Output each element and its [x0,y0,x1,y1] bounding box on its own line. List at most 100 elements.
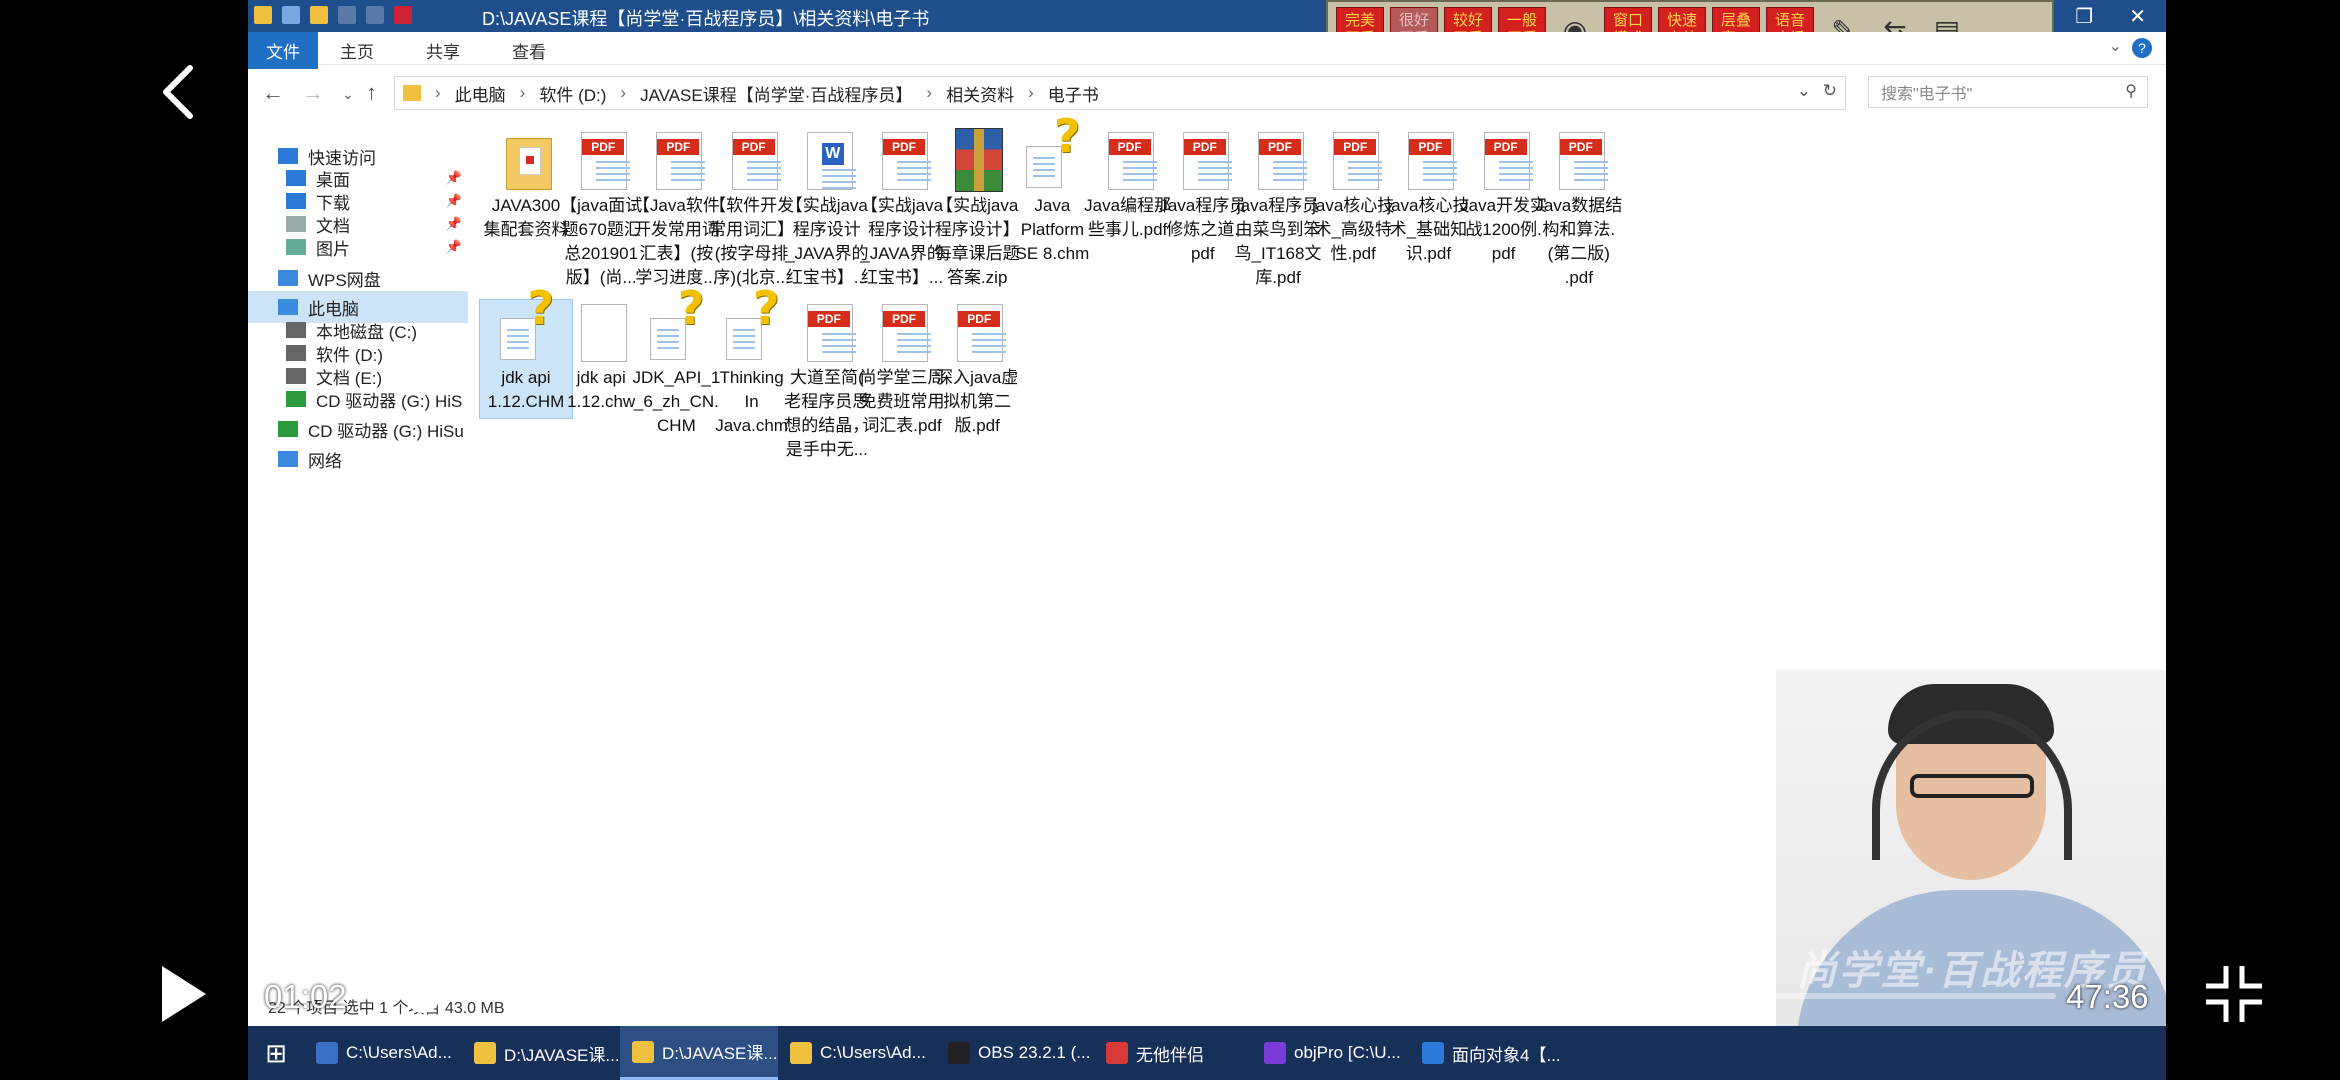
drive-icon [286,345,306,361]
sidebar-item-10[interactable]: CD 驱动器 (G:) HiS [248,383,468,415]
sidebar-item-label: CD 驱动器 (G:) HiSu [308,421,464,441]
app-icon [1264,1042,1286,1064]
file-name: Java数据结 构和算法. (第二版) .pdf [1535,196,1623,287]
breadcrumb-separator: › [435,83,441,102]
search-placeholder: 搜索"电子书" [1881,86,1973,103]
tab-home[interactable]: 主页 [326,36,388,65]
taskbar-item-label: D:\JAVASE课... [504,1045,620,1065]
app-icon [1422,1042,1444,1064]
properties-icon[interactable] [282,6,300,24]
taskbar-item[interactable]: C:\Users\Ad... [778,1026,936,1080]
pdf-file-icon: PDF [1551,128,1608,192]
taskbar-item-label: OBS 23.2.1 (... [978,1043,1091,1062]
pdf-file-icon: PDF [1100,128,1157,192]
progress-track[interactable] [386,979,2056,1013]
webcam-overlay: 尚学堂·百战程序员 [1776,670,2166,1026]
sidebar-item-label: 网络 [308,451,342,471]
breadcrumb-this-pc[interactable]: 此电脑 [455,81,506,106]
back-icon[interactable] [158,62,198,122]
taskbar-item-label: D:\JAVASE课... [662,1044,778,1063]
address-bar[interactable]: › 此电脑 › 软件 (D:) › JAVASE课程【尚学堂·百战程序员】 › … [394,76,1846,110]
breadcrumb-javase[interactable]: JAVASE课程【尚学堂·百战程序员】 [640,81,912,106]
app-icon [632,1040,654,1063]
quick-access-toolbar [254,6,412,24]
sidebar-item-5[interactable]: WPS网盘 [248,262,468,294]
pdf-file-icon: PDF [1325,128,1383,192]
picture-icon [286,239,306,255]
close-icon[interactable]: ✕ [2129,4,2146,29]
forward-arrow-icon[interactable]: → [302,80,324,106]
blank-file-icon [573,300,629,364]
pdf-file-icon: PDF [1175,128,1232,192]
pin-icon[interactable]: 📌 [446,216,462,232]
tab-share[interactable]: 共享 [412,36,474,65]
new-folder-icon[interactable] [310,6,328,24]
taskbar: ⊞ C:\Users\Ad... D:\JAVASE课... D:\JAVASE课.… [248,1026,2166,1080]
breadcrumb-separator: › [926,83,933,102]
file-item[interactable]: PDF 深入java虚 拟机第二 版.pdf [931,300,1023,442]
breadcrumb-materials[interactable]: 相关资料 [946,81,1014,106]
search-input[interactable]: 搜索"电子书" ⚲ [1868,76,2148,108]
delete-icon[interactable] [394,6,412,24]
taskbar-item-label: 无他伴侣 [1136,1045,1204,1065]
undo-icon[interactable] [338,6,356,24]
folder-icon [403,85,421,101]
address-dropdown-icon[interactable]: ⌄ [1797,81,1811,101]
folder-icon [254,6,272,24]
screen-recording-frame: D:\JAVASE课程【尚学堂·百战程序员】\相关资料\电子书 ❐ ✕ 完美 画… [248,0,2166,1080]
taskbar-item[interactable]: D:\JAVASE课... [462,1026,620,1080]
file-item[interactable]: PDF Java数据结 构和算法. (第二版) .pdf [1533,128,1625,294]
word-file-icon: W [799,128,856,192]
folder-icon [498,128,554,192]
taskbar-item[interactable]: OBS 23.2.1 (... [936,1026,1094,1080]
pdf-file-icon: PDF [874,300,931,364]
window-title: D:\JAVASE课程【尚学堂·百战程序员】\相关资料\电子书 [482,9,930,29]
taskbar-item[interactable]: D:\JAVASE课... [620,1026,778,1080]
taskbar-item-label: C:\Users\Ad... [820,1043,926,1062]
taskbar-item[interactable]: objPro [C:\U... [1252,1026,1410,1080]
progress-thumb[interactable] [405,979,440,1013]
app-icon [1106,1042,1128,1064]
taskbar-item[interactable]: C:\Users\Ad... [304,1026,462,1080]
cd-icon [286,391,306,407]
chm-help-file-icon: ? [498,285,554,364]
back-arrow-icon[interactable]: ← [262,80,284,106]
pdf-file-icon: PDF [573,128,631,192]
windows-start-icon[interactable]: ⊞ [248,1026,304,1080]
pin-icon[interactable]: 📌 [446,193,462,209]
recent-locations-icon[interactable]: ⌄ [342,86,354,103]
sidebar-item-12[interactable]: 网络 [248,443,468,475]
tab-view[interactable]: 查看 [498,36,560,65]
pdf-file-icon: PDF [724,128,781,192]
network-icon [278,451,298,467]
total-time: 47:36 [2066,978,2149,1015]
restore-icon[interactable]: ❐ [2075,4,2093,29]
breadcrumb-separator: › [620,83,627,102]
pdf-file-icon: PDF [874,128,931,192]
up-arrow-icon[interactable]: ↑ [366,80,377,106]
pin-icon[interactable]: 📌 [446,170,462,186]
zip-archive-icon [949,128,1005,192]
taskbar-item[interactable]: 面向对象4【... [1410,1026,1568,1080]
pdf-file-icon: PDF [949,300,1007,364]
navigation-pane: 快速访问 桌面 📌 下载 📌 文档 📌 图片 📌 WPS网盘 此电脑 本地磁盘 (C:) 软件 (D:)… [248,136,468,976]
taskbar-item[interactable]: 无他伴侣 [1094,1026,1252,1080]
tab-file[interactable]: 文件 [248,32,318,69]
breadcrumb-drive-d[interactable]: 软件 (D:) [539,81,606,106]
chevron-down-icon[interactable]: ⌄ [2109,36,2122,56]
sidebar-item-11[interactable]: CD 驱动器 (G:) HiSu [248,413,468,445]
exit-fullscreen-icon[interactable] [2206,966,2262,1022]
breadcrumb-ebooks[interactable]: 电子书 [1048,81,1099,106]
ribbon-tabs: 文件 主页 共享 查看 ⌄ ? [248,32,2166,69]
navigation-row: ← → ⌄ ↑ › 此电脑 › 软件 (D:) › JAVASE课程【尚学堂·百… [248,66,2166,118]
computer-icon [278,299,298,315]
refresh-icon[interactable]: ↻ [1823,81,1837,101]
sidebar-item-4[interactable]: 图片 📌 [248,231,468,263]
search-icon: ⚲ [2125,83,2137,100]
redo-icon[interactable] [366,6,384,24]
play-icon[interactable] [158,964,208,1024]
app-icon [790,1042,812,1064]
help-icon[interactable]: ? [2132,38,2152,58]
pin-icon[interactable]: 📌 [446,239,462,255]
chm-help-file-icon: ? [724,285,780,364]
